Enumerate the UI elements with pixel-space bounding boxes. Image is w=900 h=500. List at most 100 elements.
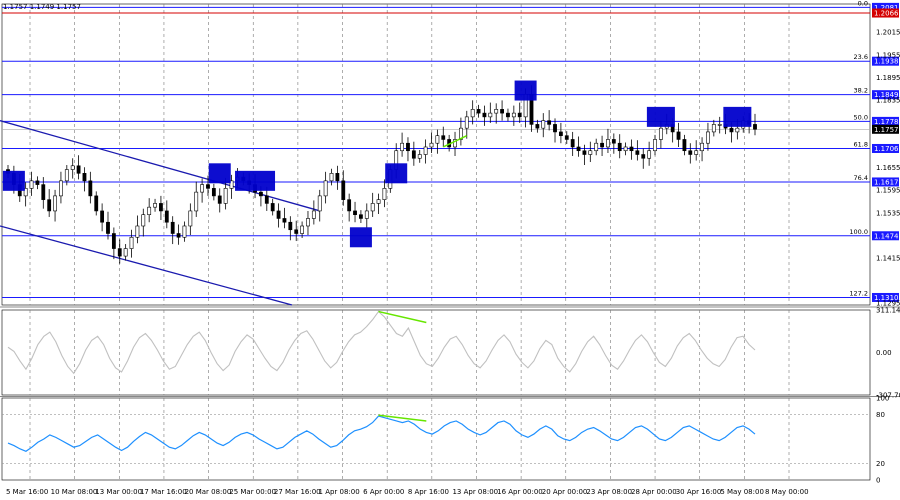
price-tick-label: 1.1955	[876, 51, 900, 59]
candle-body	[588, 150, 593, 155]
candle-body	[111, 233, 116, 249]
candle-body	[735, 127, 740, 133]
candle-body	[641, 154, 646, 159]
time-label: 8 Apr 16:00	[408, 488, 449, 496]
candle-body	[300, 225, 304, 234]
candle-body	[470, 109, 475, 118]
candle-body	[541, 120, 546, 129]
fib-price-tag-text: 1.1778	[874, 118, 899, 126]
candle-body	[400, 142, 404, 152]
candle-body	[558, 131, 563, 136]
candle-body	[382, 188, 387, 200]
candle-body	[423, 146, 428, 155]
candle-body	[411, 150, 416, 159]
candle-body	[211, 188, 216, 197]
time-label: 13 Apr 08:00	[452, 488, 498, 496]
candle-body	[364, 210, 369, 219]
candle-body	[711, 124, 716, 133]
candle-body	[729, 127, 734, 133]
candle-body	[623, 146, 628, 152]
trading-chart[interactable]: 0.01.208123.61.193838.21.184950.01.17786…	[0, 0, 900, 500]
fib-level-label: 61.8	[854, 140, 868, 148]
time-label: 17 Mar 16:00	[140, 488, 187, 496]
candle-body	[29, 180, 34, 189]
pattern-box	[723, 106, 752, 127]
time-label: 25 Mar 00:00	[229, 488, 276, 496]
fib-level-label: 38.2	[854, 87, 868, 95]
candle-body	[341, 180, 346, 200]
candle-body	[359, 214, 363, 219]
cci-tick-label: 0.00	[876, 349, 892, 357]
time-label: 13 Mar 00:00	[95, 488, 142, 496]
candle-body	[259, 191, 263, 197]
candle-body	[94, 195, 99, 212]
candle-body	[64, 169, 69, 182]
candle-body	[70, 165, 75, 170]
candle-body	[406, 142, 410, 152]
candle-body	[429, 142, 434, 148]
candle-body	[76, 165, 81, 174]
ohlc-header: 1.1757 1.1749 1.1757	[3, 3, 81, 11]
candle-body	[88, 180, 93, 197]
rsi-tick-label: 100	[876, 395, 889, 403]
candle-body	[511, 112, 516, 118]
candle-body	[535, 124, 540, 129]
candle-body	[53, 195, 57, 212]
candle-body	[194, 191, 199, 212]
candle-body	[682, 139, 687, 152]
candle-body	[488, 112, 493, 118]
candle-body	[141, 214, 146, 227]
candle-body	[270, 203, 275, 212]
candle-body	[353, 210, 357, 215]
rsi-tick-label: 80	[876, 411, 885, 419]
time-label: 28 Apr 00:00	[631, 488, 677, 496]
candle-body	[700, 142, 704, 152]
fib-price-tag-text: 1.1617	[874, 178, 899, 186]
candle-body	[35, 180, 40, 185]
pattern-box	[646, 106, 675, 127]
candle-body	[170, 221, 175, 234]
candle-body	[582, 150, 587, 155]
candle-body	[100, 210, 105, 223]
candle-body	[82, 173, 87, 182]
candle-body	[564, 135, 569, 140]
candle-body	[617, 142, 622, 152]
pattern-box	[385, 163, 408, 184]
fib-price-tag-text: 1.1706	[874, 145, 899, 153]
candle-body	[223, 188, 228, 204]
candle-body	[547, 120, 552, 125]
candle-body	[376, 199, 381, 204]
candle-body	[117, 248, 122, 257]
candle-body	[176, 233, 181, 238]
cci-tick-label: 311.1497	[876, 307, 900, 315]
candle-body	[347, 199, 352, 212]
candle-body	[106, 221, 110, 234]
candle-body	[153, 203, 157, 208]
fib-level-label: 100.0	[849, 228, 868, 236]
candle-body	[611, 139, 616, 144]
candle-body	[629, 146, 634, 152]
time-label: 6 Apr 00:00	[363, 488, 404, 496]
price-tick-label: 1.1415	[876, 254, 900, 262]
pattern-box	[514, 80, 537, 101]
price-tick-label: 1.1655	[876, 164, 900, 172]
candle-body	[147, 206, 152, 216]
candle-body	[417, 154, 422, 159]
price-tick-label: 1.2015	[876, 29, 900, 37]
time-label: 23 Apr 08:00	[586, 488, 632, 496]
candle-body	[47, 199, 52, 212]
candle-body	[606, 139, 610, 148]
rsi-tick-label: 20	[876, 460, 885, 468]
time-label: 8 May 00:00	[765, 488, 809, 496]
time-label: 1 Apr 08:00	[319, 488, 360, 496]
time-label: 27 Mar 16:00	[274, 488, 321, 496]
candle-body	[506, 112, 510, 118]
candle-body	[129, 236, 134, 249]
pattern-box	[2, 170, 25, 191]
candle-body	[276, 210, 281, 219]
pattern-box	[349, 227, 372, 248]
candle-body	[329, 173, 334, 182]
time-label: 20 Mar 08:00	[185, 488, 232, 496]
time-label: 20 Apr 00:00	[542, 488, 588, 496]
candle-body	[282, 218, 287, 223]
